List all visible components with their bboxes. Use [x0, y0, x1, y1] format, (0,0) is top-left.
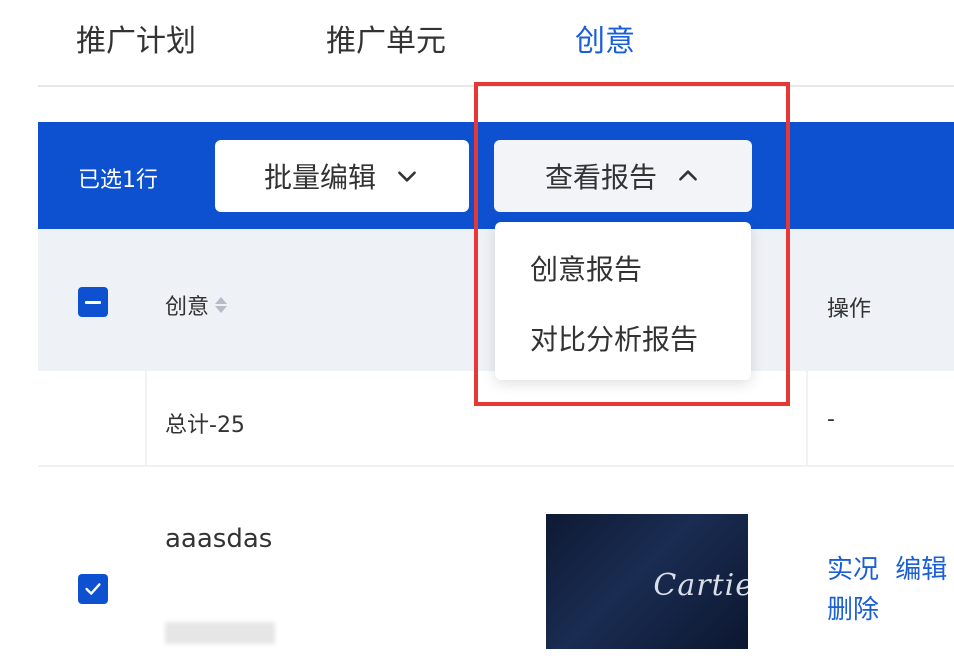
delete-link[interactable]: 删除 — [827, 590, 879, 630]
thumbnail-text: Cartie — [653, 568, 748, 603]
view-report-button[interactable]: 查看报告 — [494, 140, 752, 212]
tab-ad-unit[interactable]: 推广单元 — [326, 16, 446, 60]
bulk-edit-button[interactable]: 批量编辑 — [215, 140, 469, 212]
column-divider — [806, 371, 808, 466]
selected-count: 已选1行 — [78, 168, 158, 193]
batch-action-bar: 已选1行 批量编辑 查看报告 — [38, 122, 954, 229]
row-actions: 实况 编辑 删除 — [827, 550, 954, 630]
total-label: 总计-25 — [165, 413, 245, 438]
view-report-label: 查看报告 — [544, 161, 657, 194]
creative-thumbnail[interactable]: Cartie — [546, 514, 748, 649]
sort-icon[interactable] — [215, 297, 228, 313]
table-row: aaasdas Cartie 实况 编辑 删除 — [38, 466, 954, 667]
table-total-row: 总计-25 - — [38, 371, 954, 466]
column-header-creative-label: 创意 — [165, 295, 210, 320]
chevron-up-icon — [679, 170, 697, 181]
creative-name: aaasdas — [165, 524, 273, 554]
check-icon — [85, 583, 101, 595]
total-ops: - — [827, 407, 835, 432]
status-link[interactable]: 实况 — [827, 550, 879, 590]
column-divider — [145, 371, 147, 466]
row-checkbox[interactable] — [78, 574, 108, 604]
bulk-edit-label: 批量编辑 — [263, 161, 376, 194]
tab-bar: 推广计划 推广单元 创意 — [0, 0, 954, 86]
blurred-text — [165, 622, 275, 644]
chevron-down-icon — [398, 171, 416, 182]
report-dropdown-menu: 创意报告 对比分析报告 — [495, 222, 751, 380]
tabs-divider — [38, 85, 954, 87]
column-header-ops: 操作 — [827, 297, 872, 322]
menu-item-creative-report[interactable]: 创意报告 — [530, 248, 642, 288]
edit-link[interactable]: 编辑 — [895, 550, 947, 590]
select-all-checkbox[interactable] — [78, 287, 108, 317]
tab-campaign[interactable]: 推广计划 — [76, 16, 196, 60]
tab-creative[interactable]: 创意 — [575, 16, 635, 60]
menu-item-comparison-report[interactable]: 对比分析报告 — [530, 318, 698, 358]
column-header-creative[interactable]: 创意 — [165, 289, 228, 321]
